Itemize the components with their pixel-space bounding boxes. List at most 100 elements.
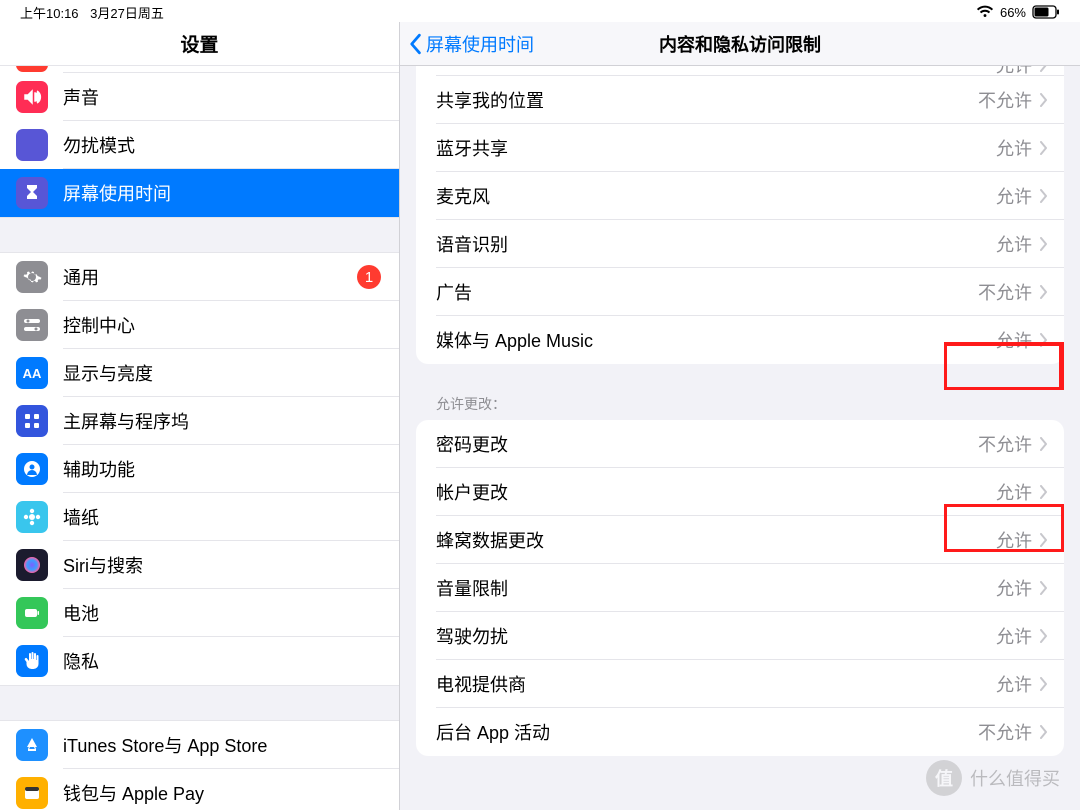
detail-row-account[interactable]: 帐户更改允许 bbox=[416, 468, 1064, 516]
chevron-right-icon bbox=[1040, 677, 1048, 691]
sidebar-item-siri[interactable]: Siri与搜索 bbox=[0, 541, 399, 589]
svg-text:AA: AA bbox=[23, 366, 42, 381]
detail-row-photos-cut[interactable]: 允许 bbox=[416, 66, 1064, 76]
detail-row-value: 允许 bbox=[996, 575, 1032, 601]
status-time: 上午10:16 bbox=[20, 6, 79, 21]
sidebar-item-wallpaper[interactable]: 墙纸 bbox=[0, 493, 399, 541]
sidebar-item-itunes[interactable]: AiTunes Store与 App Store bbox=[0, 721, 399, 769]
svg-text:A: A bbox=[28, 738, 36, 752]
sidebar-item-label: 显示与亮度 bbox=[63, 360, 383, 386]
chevron-right-icon bbox=[1040, 237, 1048, 251]
battery-icon bbox=[16, 597, 48, 629]
sidebar-item-label: 墙纸 bbox=[63, 504, 383, 530]
sidebar-item-display[interactable]: AA 显示与亮度 bbox=[0, 349, 399, 397]
detail-row-label: 蜂窝数据更改 bbox=[436, 527, 996, 553]
detail-row-value: 允许 bbox=[996, 183, 1032, 209]
sidebar-item-label: 辅助功能 bbox=[63, 456, 383, 482]
status-right: 66% bbox=[976, 5, 1060, 20]
detail-row-volume-limit[interactable]: 音量限制允许 bbox=[416, 564, 1064, 612]
detail-row-value: 允许 bbox=[996, 231, 1032, 257]
back-label: 屏幕使用时间 bbox=[426, 31, 534, 57]
detail-row-value: 允许 bbox=[996, 327, 1032, 353]
sidebar-item-label: 勿扰模式 bbox=[63, 132, 383, 158]
detail-row-tv-provider[interactable]: 电视提供商允许 bbox=[416, 660, 1064, 708]
battery-percent: 66% bbox=[1000, 5, 1026, 20]
detail-row-label: 电视提供商 bbox=[436, 671, 996, 697]
section-header: 允许更改： bbox=[436, 394, 1080, 414]
sidebar-item-sound[interactable]: 声音 bbox=[0, 73, 399, 121]
chevron-right-icon bbox=[1040, 437, 1048, 451]
gear-icon bbox=[16, 261, 48, 293]
detail-header: 屏幕使用时间 内容和隐私访问限制 bbox=[400, 22, 1080, 66]
detail-row-label: 后台 App 活动 bbox=[436, 719, 978, 745]
detail-row-label: 广告 bbox=[436, 279, 978, 305]
badge: 1 bbox=[357, 265, 381, 289]
hourglass-icon bbox=[16, 177, 48, 209]
detail-row-label: 语音识别 bbox=[436, 231, 996, 257]
chevron-right-icon bbox=[1040, 725, 1048, 739]
detail-row-value: 允许 bbox=[996, 623, 1032, 649]
detail-row-label: 麦克风 bbox=[436, 183, 996, 209]
detail-row-value: 允许 bbox=[996, 479, 1032, 505]
sidebar-item-label: 钱包与 Apple Pay bbox=[63, 780, 383, 806]
chevron-right-icon bbox=[1040, 141, 1048, 155]
chevron-right-icon bbox=[1040, 189, 1048, 203]
grid-icon bbox=[16, 405, 48, 437]
detail-row-speech[interactable]: 语音识别允许 bbox=[416, 220, 1064, 268]
sound-icon bbox=[16, 81, 48, 113]
sidebar-item-wallet[interactable]: 钱包与 Apple Pay bbox=[0, 769, 399, 810]
detail-row-value: 允许 bbox=[996, 135, 1032, 161]
chevron-right-icon bbox=[1040, 333, 1048, 347]
sidebar-item-screentime[interactable]: 屏幕使用时间 bbox=[0, 169, 399, 217]
detail-row-media-apple-music[interactable]: 媒体与 Apple Music允许 bbox=[416, 316, 1064, 364]
chevron-right-icon bbox=[1040, 485, 1048, 499]
detail-row-ads[interactable]: 广告不允许 bbox=[416, 268, 1064, 316]
blank-icon bbox=[16, 66, 48, 72]
sidebar-item-dnd[interactable]: 勿扰模式 bbox=[0, 121, 399, 169]
detail-row-value: 不允许 bbox=[978, 431, 1032, 457]
detail-row-share-location[interactable]: 共享我的位置不允许 bbox=[416, 76, 1064, 124]
appstore-icon: A bbox=[16, 729, 48, 761]
wifi-icon bbox=[976, 5, 994, 19]
switches-icon bbox=[16, 309, 48, 341]
detail-row-label: 蓝牙共享 bbox=[436, 135, 996, 161]
sidebar-item-privacy[interactable]: 隐私 bbox=[0, 637, 399, 685]
back-button[interactable]: 屏幕使用时间 bbox=[408, 22, 534, 65]
sidebar-item-label: 屏幕使用时间 bbox=[63, 180, 383, 206]
detail-row-background-app[interactable]: 后台 App 活动不允许 bbox=[416, 708, 1064, 756]
sidebar-item-battery[interactable]: 电池 bbox=[0, 589, 399, 637]
detail-row-label: 帐户更改 bbox=[436, 479, 996, 505]
settings-sidebar: 设置 声音勿扰模式屏幕使用时间通用1控制中心AA显示与亮度主屏幕与程序坞辅助功能… bbox=[0, 22, 400, 810]
chevron-right-icon bbox=[1040, 533, 1048, 547]
sidebar-title: 设置 bbox=[0, 22, 399, 66]
sidebar-item-label: Siri与搜索 bbox=[63, 552, 383, 578]
detail-row-value: 不允许 bbox=[978, 87, 1032, 113]
sidebar-item-general[interactable]: 通用1 bbox=[0, 253, 399, 301]
sidebar-item-control-center[interactable]: 控制中心 bbox=[0, 301, 399, 349]
detail-row-value: 不允许 bbox=[978, 719, 1032, 745]
person-icon bbox=[16, 453, 48, 485]
moon-icon bbox=[16, 129, 48, 161]
sidebar-item-label: 控制中心 bbox=[63, 312, 383, 338]
detail-row-passcode[interactable]: 密码更改不允许 bbox=[416, 420, 1064, 468]
detail-row-label: 媒体与 Apple Music bbox=[436, 327, 996, 353]
siri-icon bbox=[16, 549, 48, 581]
sidebar-item-label: iTunes Store与 App Store bbox=[63, 732, 383, 758]
watermark: 值 什么值得买 bbox=[926, 760, 1060, 796]
detail-row-value: 允许 bbox=[996, 527, 1032, 553]
detail-row-cellular[interactable]: 蜂窝数据更改允许 bbox=[416, 516, 1064, 564]
detail-row-driving[interactable]: 驾驶勿扰允许 bbox=[416, 612, 1064, 660]
detail-row-microphone[interactable]: 麦克风允许 bbox=[416, 172, 1064, 220]
chevron-right-icon bbox=[1040, 629, 1048, 643]
sidebar-item-label: 主屏幕与程序坞 bbox=[63, 408, 383, 434]
detail-row-value: 不允许 bbox=[978, 279, 1032, 305]
sidebar-item-accessibility[interactable]: 辅助功能 bbox=[0, 445, 399, 493]
hand-icon bbox=[16, 645, 48, 677]
status-left: 上午10:16 3月27日周五 bbox=[20, 3, 172, 22]
sidebar-item-label: 通用 bbox=[63, 264, 357, 290]
detail-row-bluetooth-share[interactable]: 蓝牙共享允许 bbox=[416, 124, 1064, 172]
sidebar-item-top-cut[interactable] bbox=[0, 66, 399, 73]
status-date: 3月27日周五 bbox=[90, 6, 164, 21]
sidebar-item-home-screen[interactable]: 主屏幕与程序坞 bbox=[0, 397, 399, 445]
detail-row-label: 密码更改 bbox=[436, 431, 978, 457]
